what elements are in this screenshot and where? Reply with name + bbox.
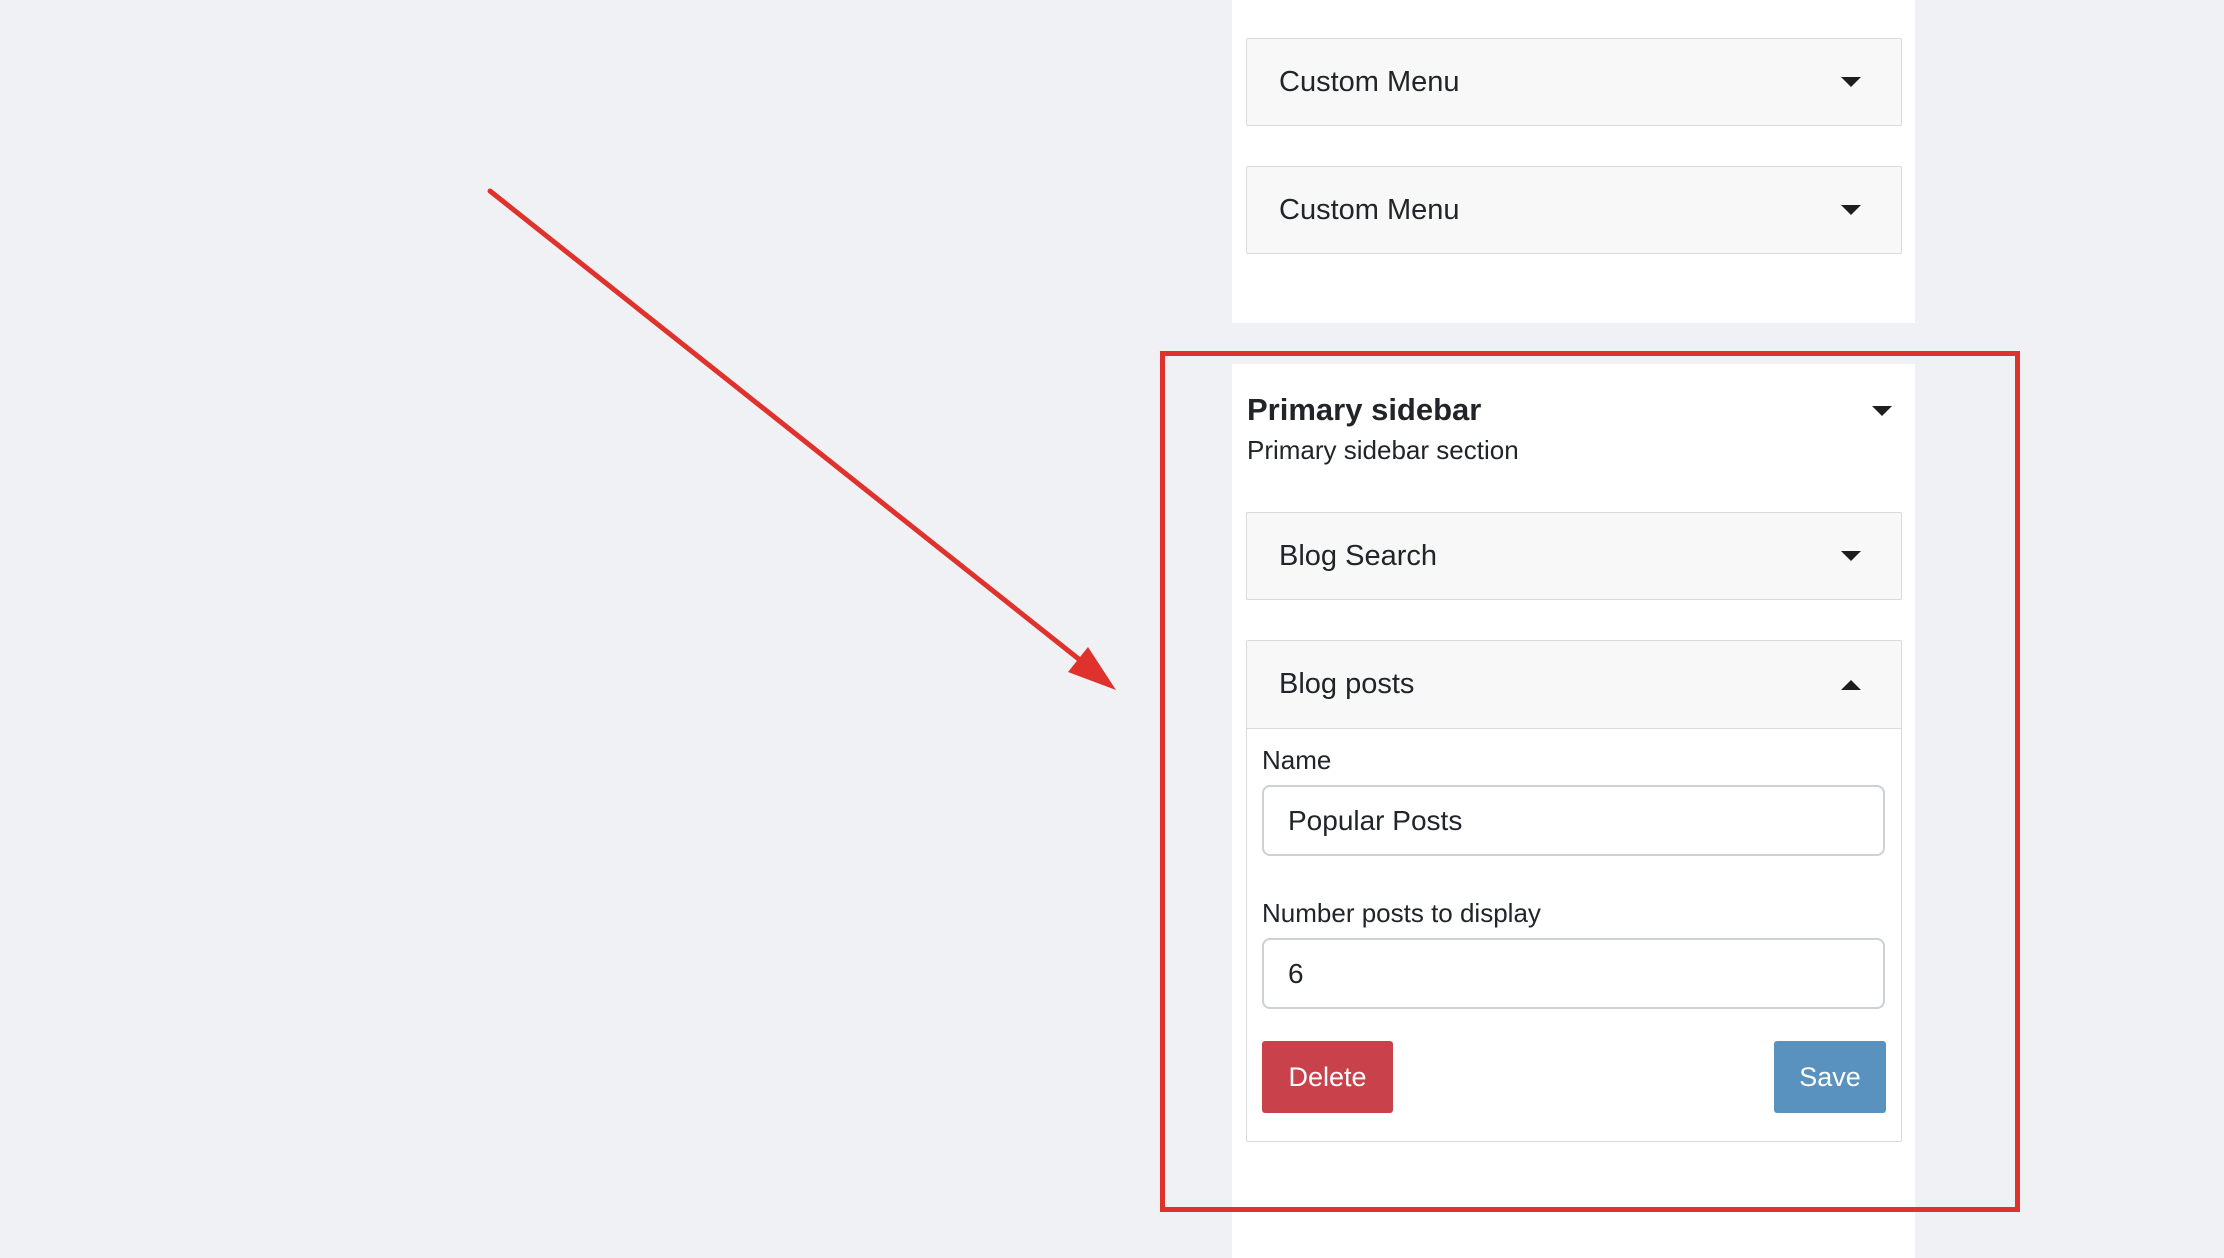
- arrow-shaft: [487, 188, 1093, 671]
- widget-title: Custom Menu: [1279, 65, 1460, 98]
- screen: Custom Menu Custom Menu Primary sidebar …: [0, 0, 2224, 1258]
- widget-custom-menu-2[interactable]: Custom Menu: [1246, 166, 1902, 254]
- caret-down-icon[interactable]: [1841, 77, 1861, 87]
- annotation-highlight-box: [1160, 351, 2020, 1212]
- caret-down-icon[interactable]: [1841, 205, 1861, 215]
- widget-custom-menu-1[interactable]: Custom Menu: [1246, 38, 1902, 126]
- widget-title: Custom Menu: [1279, 193, 1460, 226]
- arrow-head: [1068, 647, 1116, 690]
